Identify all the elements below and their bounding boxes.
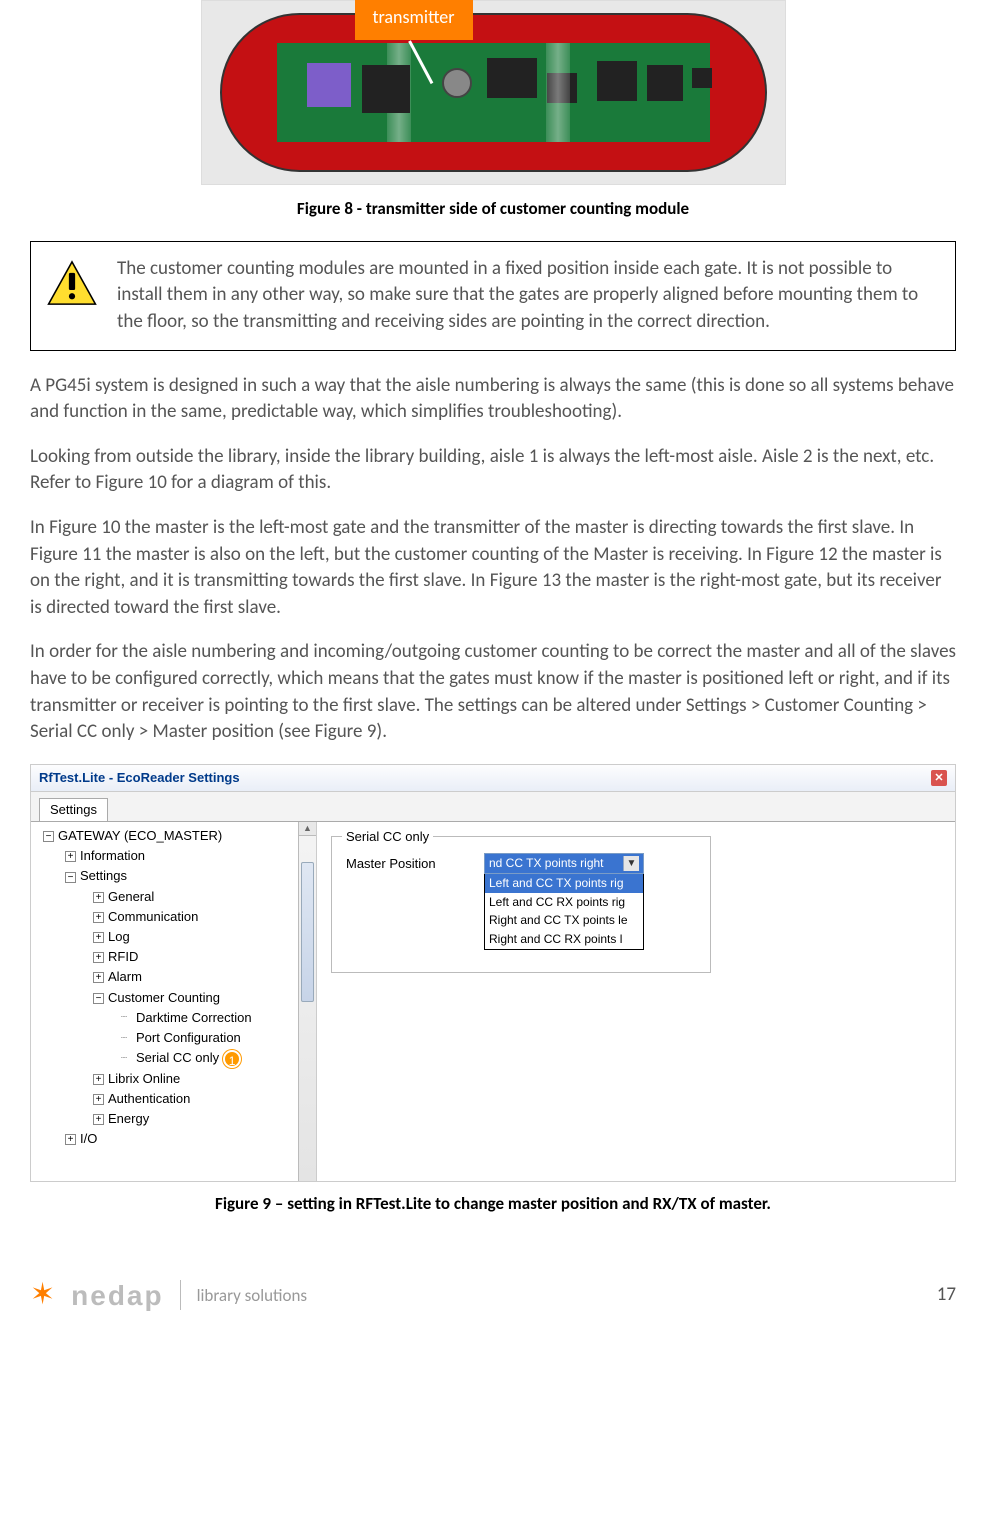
close-icon[interactable]: ✕: [931, 770, 947, 786]
expand-icon[interactable]: +: [93, 1094, 104, 1105]
expand-icon[interactable]: +: [93, 912, 104, 923]
warning-icon: [47, 260, 103, 310]
footer-divider: [180, 1280, 181, 1310]
tree-information[interactable]: Information: [80, 848, 145, 863]
expand-icon[interactable]: −: [93, 993, 104, 1004]
tree-rfid[interactable]: RFID: [108, 949, 138, 964]
transmitter-callout-label: transmitter: [355, 0, 473, 40]
expand-icon[interactable]: −: [65, 872, 76, 883]
paragraph-1: A PG45i system is designed in such a way…: [30, 373, 956, 426]
tree-scrollbar[interactable]: [298, 822, 316, 1181]
tree-customer-counting[interactable]: Customer Counting: [108, 990, 220, 1005]
pcb-illustration: transmitter: [201, 0, 786, 185]
figure-9-caption: Figure 9 – setting in RFTest.Lite to cha…: [30, 1192, 956, 1216]
step-badge-1: 1: [223, 1050, 241, 1068]
paragraph-3: In Figure 10 the master is the left-most…: [30, 515, 956, 621]
tree-log[interactable]: Log: [108, 929, 130, 944]
brand-name: nedap: [71, 1276, 163, 1315]
combo-option-3[interactable]: Right and CC TX points le: [485, 911, 643, 930]
serial-cc-group: Serial CC only Master Position nd CC TX …: [331, 836, 711, 973]
master-position-combo[interactable]: nd CC TX points right ▼ Left and CC TX p…: [484, 853, 644, 950]
star-icon: ✶: [30, 1280, 55, 1310]
tree-alarm[interactable]: Alarm: [108, 969, 142, 984]
tree-authentication[interactable]: Authentication: [108, 1091, 190, 1106]
leaf-icon: ┈: [121, 1011, 132, 1025]
tab-strip: Settings: [31, 792, 955, 821]
scrollbar-thumb[interactable]: [301, 862, 314, 1002]
warning-text: The customer counting modules are mounte…: [117, 256, 939, 336]
tree-port-config[interactable]: Port Configuration: [136, 1030, 241, 1045]
tree-root[interactable]: GATEWAY (ECO_MASTER): [58, 828, 222, 843]
tree-serial-cc-only[interactable]: Serial CC only: [136, 1050, 219, 1065]
chevron-down-icon[interactable]: ▼: [623, 856, 639, 871]
tree-librix[interactable]: Librix Online: [108, 1071, 180, 1086]
footer-logo: ✶ nedap library solutions: [30, 1276, 307, 1315]
expand-icon[interactable]: +: [93, 1074, 104, 1085]
page-number: 17: [937, 1282, 956, 1309]
paragraph-2: Looking from outside the library, inside…: [30, 444, 956, 497]
footer-tagline: library solutions: [197, 1284, 307, 1308]
tree-energy[interactable]: Energy: [108, 1111, 149, 1126]
page-footer: ✶ nedap library solutions 17: [30, 1276, 956, 1315]
settings-panel: Serial CC only Master Position nd CC TX …: [317, 822, 955, 1181]
tree-communication[interactable]: Communication: [108, 909, 198, 924]
tree-settings[interactable]: Settings: [80, 868, 127, 883]
figure-8: transmitter Figure 8 - transmitter side …: [30, 0, 956, 221]
expand-icon[interactable]: +: [93, 892, 104, 903]
paragraph-4: In order for the aisle numbering and inc…: [30, 639, 956, 745]
tab-settings[interactable]: Settings: [39, 798, 108, 821]
expand-icon[interactable]: +: [65, 1134, 76, 1145]
settings-tree[interactable]: −GATEWAY (ECO_MASTER) +Information −Sett…: [31, 822, 317, 1181]
window-title: RfTest.Lite - EcoReader Settings: [39, 769, 240, 787]
expand-icon[interactable]: −: [43, 831, 54, 842]
expand-icon[interactable]: +: [93, 1114, 104, 1125]
expand-icon[interactable]: +: [65, 851, 76, 862]
expand-icon[interactable]: +: [93, 932, 104, 943]
combo-option-4[interactable]: Right and CC RX points l: [485, 930, 643, 949]
window-titlebar: RfTest.Lite - EcoReader Settings ✕: [31, 765, 955, 792]
leaf-icon: ┈: [121, 1032, 132, 1046]
combo-option-1[interactable]: Left and CC TX points rig: [485, 874, 643, 893]
leaf-icon: ┈: [121, 1052, 132, 1066]
master-position-label: Master Position: [346, 853, 466, 873]
rftest-window: RfTest.Lite - EcoReader Settings ✕ Setti…: [30, 764, 956, 1182]
tree-darktime[interactable]: Darktime Correction: [136, 1010, 252, 1025]
combo-option-2[interactable]: Left and CC RX points rig: [485, 893, 643, 912]
combo-dropdown-list[interactable]: Left and CC TX points rig Left and CC RX…: [484, 874, 644, 950]
warning-box: The customer counting modules are mounte…: [30, 241, 956, 351]
expand-icon[interactable]: +: [93, 952, 104, 963]
tree-general[interactable]: General: [108, 889, 154, 904]
group-title: Serial CC only: [342, 828, 433, 846]
combo-selected-value: nd CC TX points right: [489, 855, 604, 872]
expand-icon[interactable]: +: [93, 972, 104, 983]
figure-8-caption: Figure 8 - transmitter side of customer …: [30, 197, 956, 221]
tree-io[interactable]: I/O: [80, 1131, 97, 1146]
